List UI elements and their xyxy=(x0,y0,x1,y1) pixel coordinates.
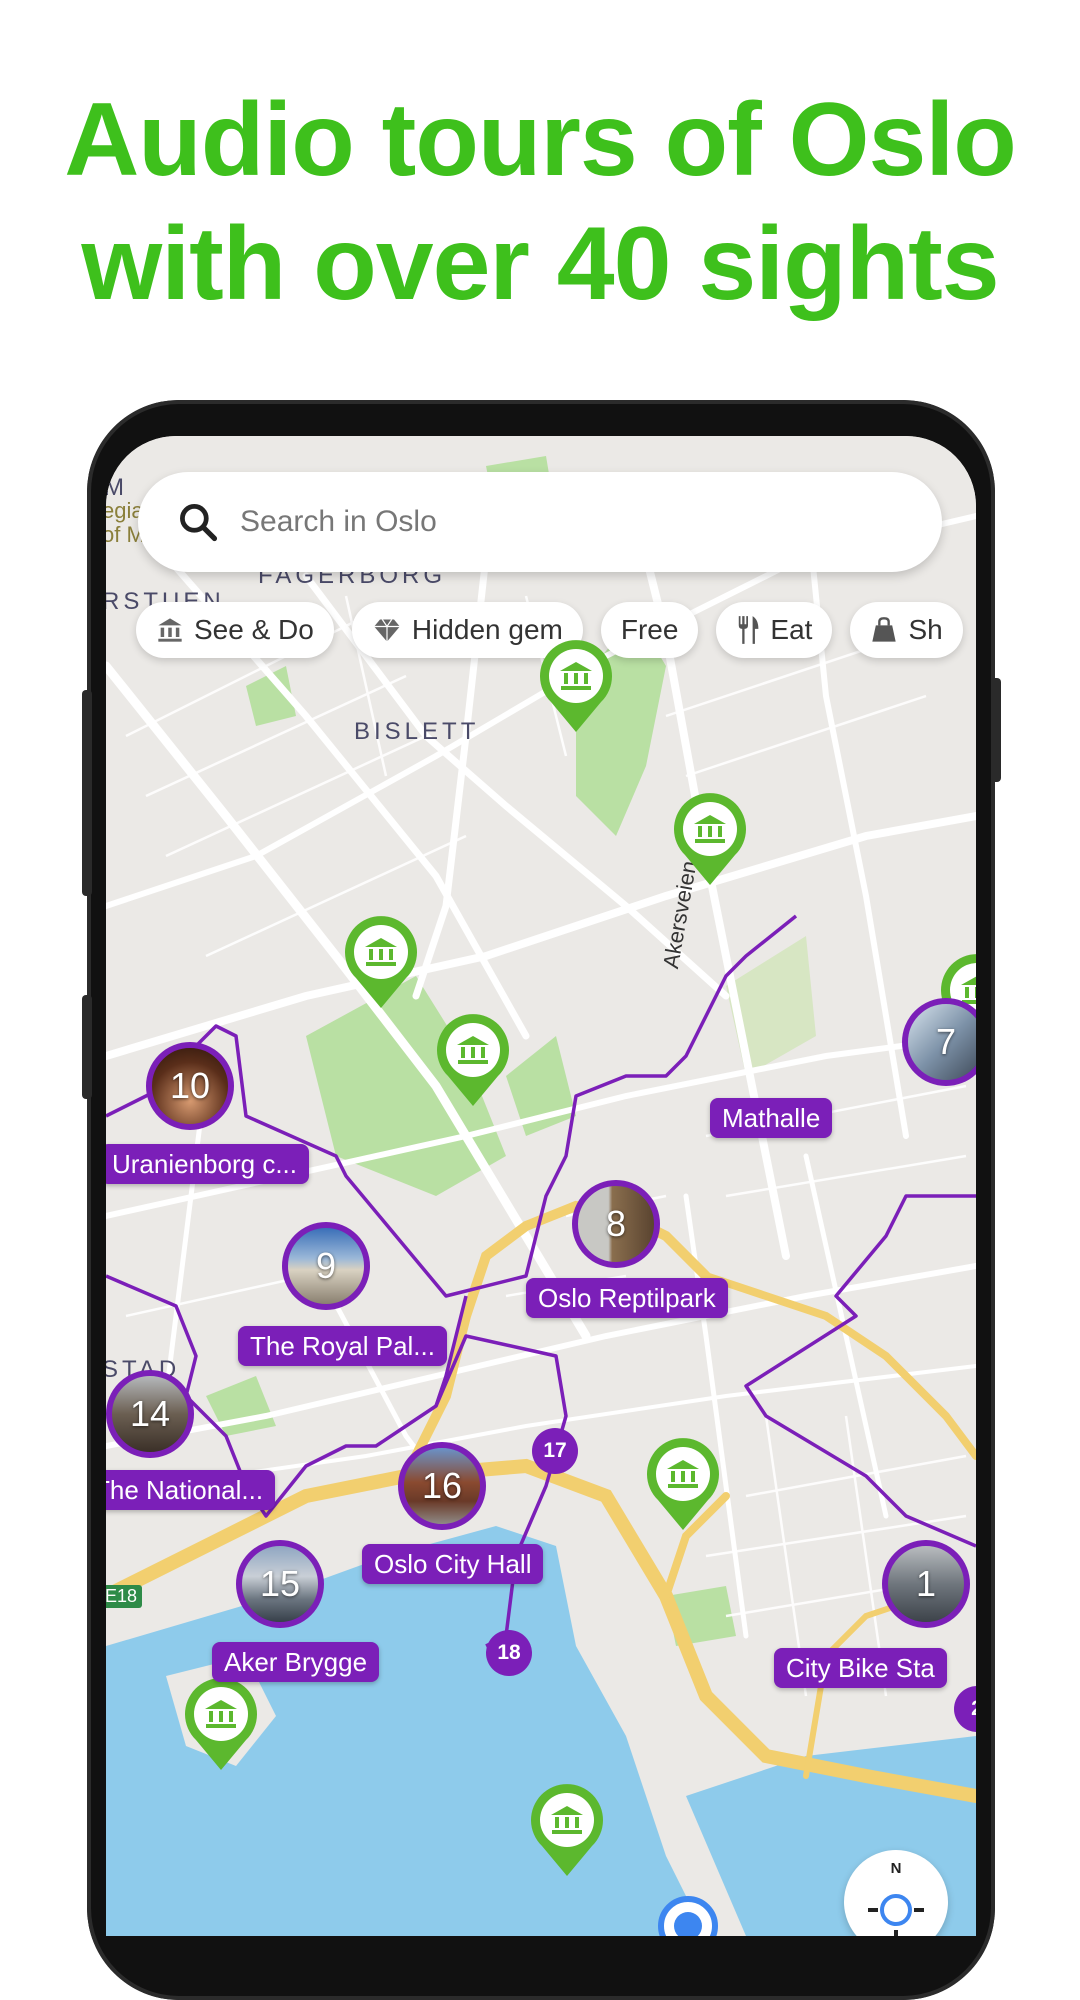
sight-pin[interactable] xyxy=(644,1436,722,1532)
tour-stop-label[interactable]: City Bike Sta xyxy=(774,1648,947,1688)
search-icon xyxy=(180,504,218,542)
sight-pin[interactable] xyxy=(671,791,749,887)
sight-pin[interactable] xyxy=(434,1012,512,1108)
tour-stop-9[interactable]: 9 xyxy=(282,1222,370,1310)
chip-free[interactable]: Free xyxy=(600,602,699,658)
diamond-icon xyxy=(374,619,400,642)
volume-button xyxy=(82,690,92,896)
sight-pin[interactable] xyxy=(182,1676,260,1772)
power-button xyxy=(991,678,1001,782)
highway-badge-e18: E18 xyxy=(106,1585,143,1608)
tour-stop-number: 10 xyxy=(169,1065,211,1106)
tour-stop-label[interactable]: Oslo Reptilpark xyxy=(526,1278,728,1318)
tour-stop-14[interactable]: 14 xyxy=(106,1370,194,1458)
tour-stop-number: 14 xyxy=(129,1393,171,1434)
tour-stop-number: 8 xyxy=(605,1203,627,1244)
side-button xyxy=(82,995,92,1099)
tour-stop-label[interactable]: Mathalle xyxy=(710,1098,833,1138)
chip-label: Eat xyxy=(770,614,813,645)
tour-stop-label[interactable]: Oslo City Hall xyxy=(362,1544,544,1584)
tour-stop-number: 15 xyxy=(259,1563,301,1604)
tour-stop-number: 7 xyxy=(935,1021,957,1062)
museum-icon xyxy=(158,618,182,642)
district-label-bislett: BISLETT xyxy=(354,718,480,745)
tour-stop-18[interactable]: 18 xyxy=(486,1630,532,1676)
chip-eat[interactable]: Eat xyxy=(716,602,833,658)
tour-stop-number: 16 xyxy=(421,1465,463,1506)
sight-pin[interactable] xyxy=(342,914,420,1010)
search-placeholder: Search in Oslo xyxy=(240,505,437,538)
tour-stop-label[interactable]: Aker Brygge xyxy=(212,1642,380,1682)
tour-stop-label[interactable]: The Royal Pal... xyxy=(238,1326,447,1366)
app-screen: M FAGERBORG RSTUEN BISLETT STAD egia of … xyxy=(106,436,976,1936)
tour-stop-label[interactable]: Uranienborg c... xyxy=(106,1144,309,1184)
chip-shop[interactable]: Sh xyxy=(850,602,963,658)
tour-stop-1[interactable]: 1 xyxy=(882,1540,970,1628)
headline-line-1: Audio tours of Oslo xyxy=(64,82,1017,198)
compass-north-label: N xyxy=(890,1860,902,1877)
tour-stop-17[interactable]: 17 xyxy=(532,1428,578,1474)
tour-stop-number: 9 xyxy=(315,1245,337,1286)
tour-stop-number: 1 xyxy=(915,1563,937,1604)
tour-stop-8[interactable]: 8 xyxy=(572,1180,660,1268)
tour-stop-16[interactable]: 16 xyxy=(398,1442,486,1530)
chip-label: Free xyxy=(620,614,679,645)
headline: Audio tours of Oslo with over 40 sights xyxy=(0,78,1080,326)
chip-label: See & Do xyxy=(194,614,314,645)
shopping-bag-icon xyxy=(872,617,897,642)
headline-line-2: with over 40 sights xyxy=(81,206,999,322)
tour-stop-10[interactable]: 10 xyxy=(146,1042,234,1130)
fork-knife-icon xyxy=(739,616,759,644)
compass-button[interactable]: N xyxy=(844,1850,948,1936)
sight-pin[interactable] xyxy=(528,1782,606,1878)
sight-pin[interactable] xyxy=(537,638,615,734)
chip-label: Sh xyxy=(908,614,943,645)
chip-see-and-do[interactable]: See & Do xyxy=(136,602,334,658)
locate-icon xyxy=(868,1894,924,1936)
tour-stop-15[interactable]: 15 xyxy=(236,1540,324,1628)
tour-stop-label[interactable]: The National... xyxy=(106,1470,276,1510)
search-bar[interactable]: Search in Oslo xyxy=(138,472,942,572)
